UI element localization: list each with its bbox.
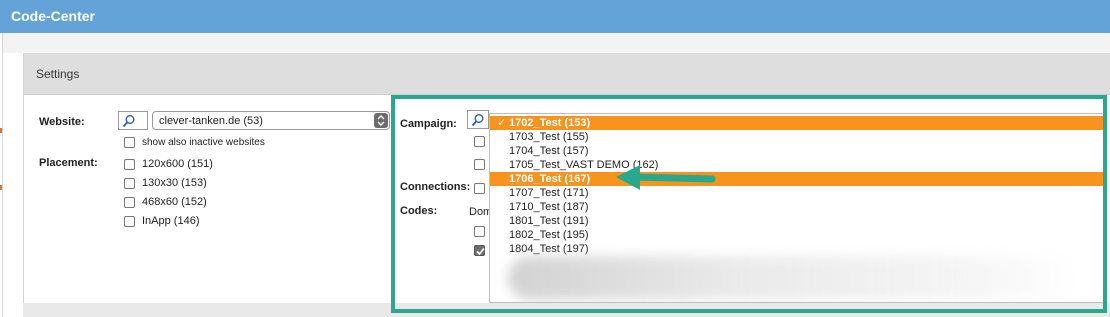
placement-checkbox[interactable] xyxy=(124,216,135,227)
show-inactive-label: show also inactive websites xyxy=(142,137,265,148)
edge-marker xyxy=(0,185,2,190)
app-title: Code-Center xyxy=(11,8,96,24)
placement-option-label: 468x60 (152) xyxy=(142,196,207,208)
placement-option-label: InApp (146) xyxy=(142,215,200,227)
settings-header: Settings xyxy=(24,53,1110,95)
placement-checkbox[interactable] xyxy=(124,197,135,208)
website-search-button[interactable] xyxy=(118,111,148,130)
website-select-value: clever-tanken.de (53) xyxy=(159,115,263,127)
select-arrow xyxy=(374,113,388,128)
arrow-left-icon xyxy=(616,165,716,190)
placement-option-label: 120x600 (151) xyxy=(142,158,213,170)
search-icon xyxy=(122,115,135,128)
placement-option-label: 130x30 (153) xyxy=(142,177,207,189)
show-inactive-checkbox[interactable] xyxy=(124,137,135,148)
top-gutter xyxy=(3,33,1110,53)
outer-border xyxy=(2,33,3,317)
placement-checkbox[interactable] xyxy=(124,159,135,170)
edge-marker xyxy=(0,128,2,133)
website-label: Website: xyxy=(39,116,85,128)
settings-title: Settings xyxy=(36,67,80,81)
annotation-highlight-frame xyxy=(391,95,1107,313)
chevron-updown-icon xyxy=(377,115,385,126)
placement-label: Placement: xyxy=(39,157,98,169)
website-select[interactable]: clever-tanken.de (53) xyxy=(152,111,390,130)
title-bar: Code-Center xyxy=(0,0,1110,33)
placement-checkbox[interactable] xyxy=(124,178,135,189)
